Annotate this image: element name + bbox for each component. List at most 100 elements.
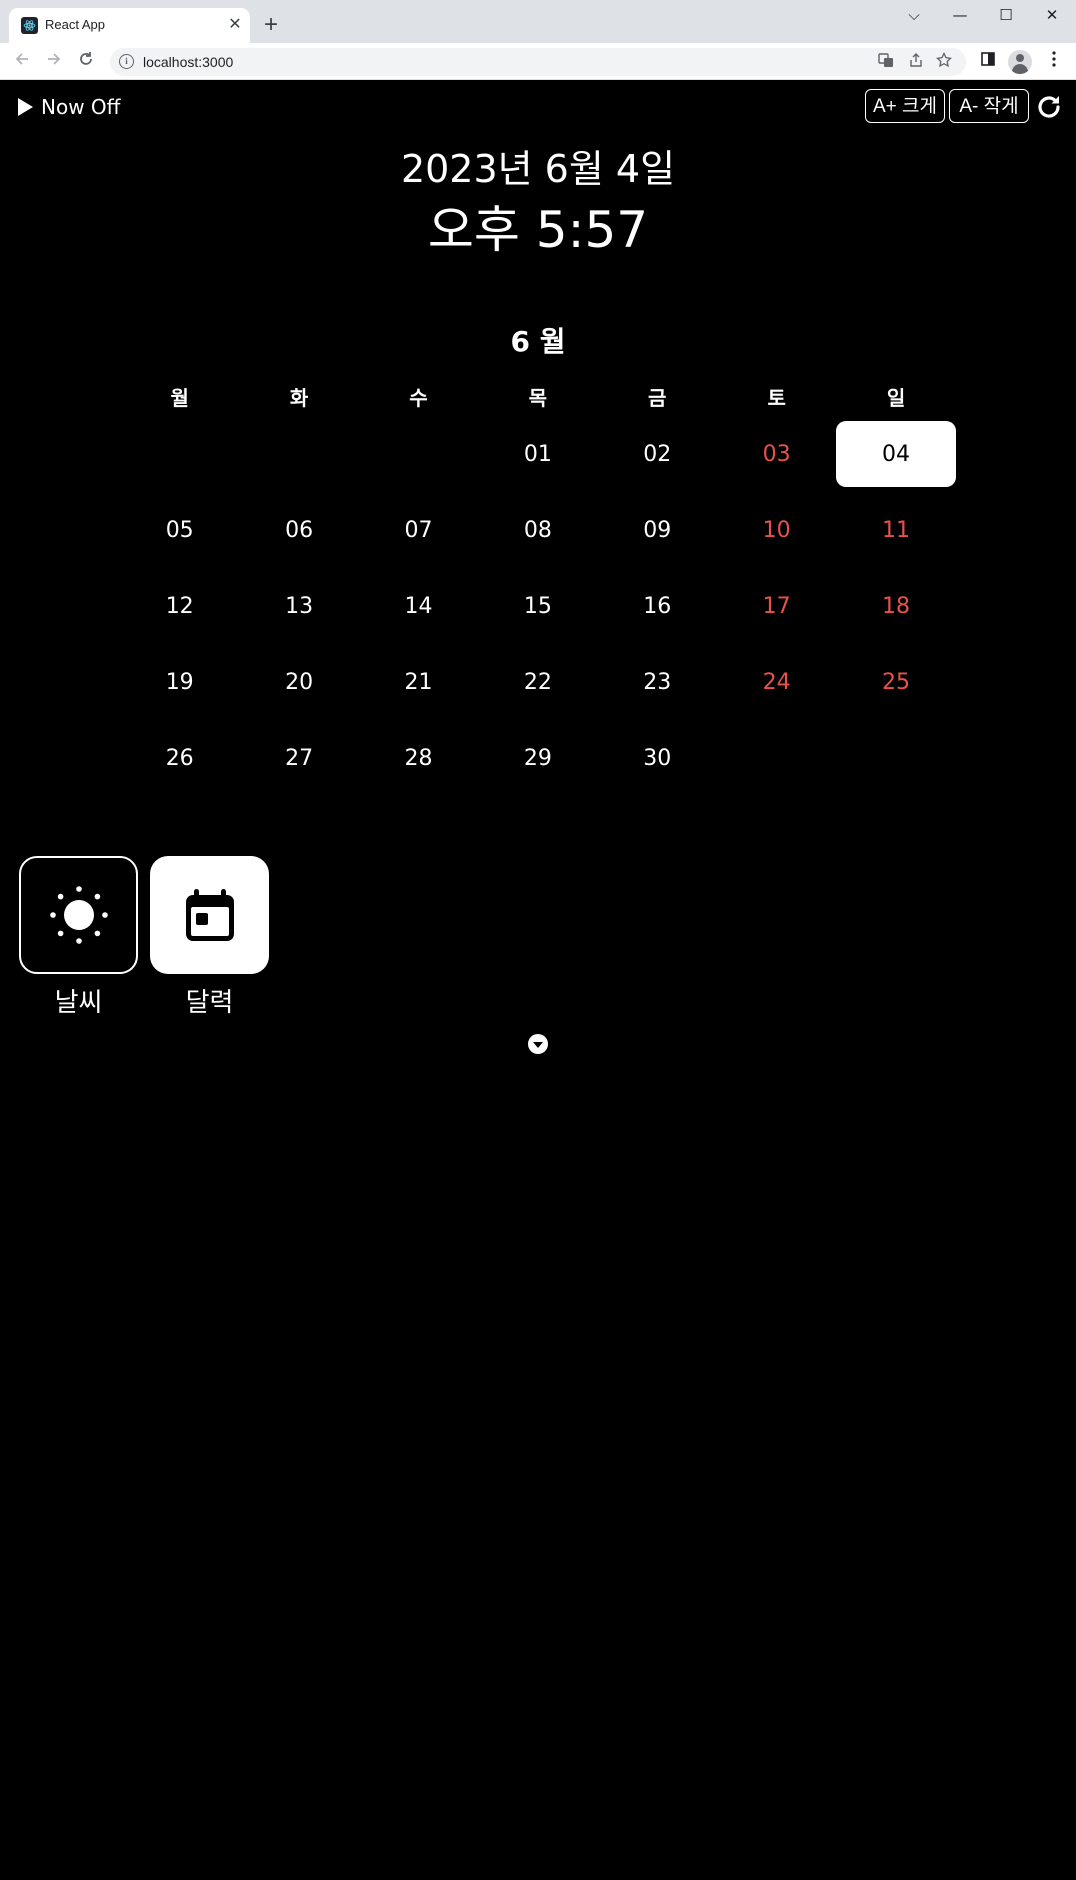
calendar-cell: 11	[836, 492, 955, 568]
share-icon[interactable]	[905, 52, 927, 72]
browser-tab[interactable]: React App ✕	[9, 8, 250, 43]
translate-icon[interactable]	[875, 52, 897, 72]
calendar-cell: 27	[239, 720, 358, 796]
calendar-day[interactable]: 25	[836, 649, 955, 715]
calendar-week-row: 01 02 03 04	[120, 416, 956, 492]
calendar-day[interactable]: 30	[598, 725, 717, 791]
calendar-day[interactable]: 11	[836, 497, 955, 563]
calendar-grid: 월 화 수 목 금 토 일 01 02 03 04 05 06 07 08 09 10 11 12 13…	[120, 380, 956, 796]
calendar-cell: 01	[478, 416, 597, 492]
calendar-cell: 18	[836, 568, 955, 644]
calendar-cell: 26	[120, 720, 239, 796]
calendar-cell: 28	[359, 720, 478, 796]
calendar-day[interactable]: 05	[120, 497, 239, 563]
calendar-day[interactable]: 28	[359, 725, 478, 791]
calendar-day[interactable]: 29	[478, 725, 597, 791]
calendar-day[interactable]: 26	[120, 725, 239, 791]
calendar-day[interactable]: 01	[478, 421, 597, 487]
weekday-sun: 일	[886, 386, 906, 410]
calendar-cell: 29	[478, 720, 597, 796]
reload-icon[interactable]	[72, 48, 100, 76]
calendar-cell: 17	[717, 568, 836, 644]
calendar-cell	[239, 416, 358, 492]
calendar-day[interactable]: 24	[717, 649, 836, 715]
calendar-day[interactable]: 22	[478, 649, 597, 715]
weekday-sat: 토	[767, 386, 786, 410]
calendar-cell: 03	[717, 416, 836, 492]
forward-arrow-icon[interactable]	[40, 48, 68, 76]
calendar-day[interactable]: 18	[836, 573, 955, 639]
close-window-button[interactable]: ✕	[1029, 0, 1075, 30]
calendar-tile[interactable]	[150, 856, 269, 974]
calendar-widget[interactable]: 달력	[150, 856, 269, 1019]
calendar-week-row: 05 06 07 08 09 10 11	[120, 492, 956, 568]
calendar-cell	[717, 720, 836, 796]
react-logo-icon	[21, 17, 38, 34]
calendar-day[interactable]: 21	[359, 649, 478, 715]
tab-search-icon[interactable]: ⌵	[891, 0, 937, 30]
calendar-cell: 05	[120, 492, 239, 568]
minimize-button[interactable]: —	[937, 0, 983, 30]
calendar-cell: 12	[120, 568, 239, 644]
site-info-icon[interactable]: i	[119, 54, 134, 69]
side-panel-icon[interactable]	[977, 51, 999, 73]
calendar-cell: 19	[120, 644, 239, 720]
expand-chevron-icon[interactable]	[528, 1034, 548, 1054]
weather-tile[interactable]	[19, 856, 138, 974]
back-arrow-icon[interactable]	[8, 48, 36, 76]
url-text: localhost:3000	[143, 54, 234, 70]
now-toggle-button[interactable]: Now Off	[18, 93, 120, 121]
calendar-cell: 20	[239, 644, 358, 720]
weekday-thu: 목	[528, 386, 548, 410]
calendar-day[interactable]: 07	[359, 497, 478, 563]
calendar-icon	[185, 889, 234, 941]
calendar-day[interactable]: 17	[717, 573, 836, 639]
bookmark-star-icon[interactable]	[933, 51, 955, 72]
weather-widget-label: 날씨	[54, 988, 103, 1018]
calendar-cell	[359, 416, 478, 492]
tab-title: React App	[45, 17, 105, 32]
calendar-cell: 10	[717, 492, 836, 568]
calendar-day[interactable]: 09	[598, 497, 717, 563]
calendar-cell	[120, 416, 239, 492]
new-tab-button[interactable]: +	[258, 12, 284, 38]
calendar-day[interactable]: 23	[598, 649, 717, 715]
calendar-cell: 15	[478, 568, 597, 644]
calendar-day[interactable]: 20	[239, 649, 358, 715]
play-icon	[18, 98, 33, 116]
browser-tab-strip: React App ✕ + ⌵ — ☐ ✕	[0, 0, 1076, 43]
tab-close-icon[interactable]: ✕	[225, 14, 245, 34]
calendar-cell	[836, 720, 955, 796]
calendar-day[interactable]: 14	[359, 573, 478, 639]
weekday-wed: 수	[409, 386, 428, 410]
app-root: Now Off A+ 크게 A- 작게 2023년 6월 4일 오후 5:57 …	[0, 80, 1076, 1880]
calendar-day-today[interactable]: 04	[836, 421, 956, 487]
current-date: 2023년 6월 4일	[400, 147, 676, 191]
calendar-day[interactable]: 08	[478, 497, 597, 563]
calendar-week-row: 26 27 28 29 30	[120, 720, 956, 796]
calendar-day[interactable]: 02	[598, 421, 717, 487]
calendar-cell: 14	[359, 568, 478, 644]
calendar-day[interactable]: 12	[120, 573, 239, 639]
calendar-day[interactable]: 06	[239, 497, 358, 563]
calendar-cell: 16	[598, 568, 717, 644]
calendar-cell: 07	[359, 492, 478, 568]
font-smaller-button[interactable]: A- 작게	[949, 89, 1029, 123]
calendar-day[interactable]: 27	[239, 725, 358, 791]
calendar-cell: 13	[239, 568, 358, 644]
calendar-day[interactable]: 16	[598, 573, 717, 639]
maximize-button[interactable]: ☐	[983, 0, 1029, 30]
calendar-widget-label: 달력	[185, 988, 234, 1018]
refresh-icon[interactable]	[1035, 93, 1063, 121]
calendar-cell: 04	[836, 416, 956, 492]
profile-avatar-icon[interactable]	[1008, 50, 1032, 74]
calendar-day[interactable]: 03	[717, 421, 836, 487]
address-bar[interactable]: i localhost:3000	[110, 48, 966, 76]
font-larger-button[interactable]: A+ 크게	[865, 89, 945, 123]
calendar-day[interactable]: 19	[120, 649, 239, 715]
weather-widget[interactable]: 날씨	[19, 856, 138, 1019]
calendar-day[interactable]: 15	[478, 573, 597, 639]
calendar-day[interactable]: 10	[717, 497, 836, 563]
calendar-day[interactable]: 13	[239, 573, 358, 639]
browser-menu-icon[interactable]	[1043, 51, 1065, 73]
